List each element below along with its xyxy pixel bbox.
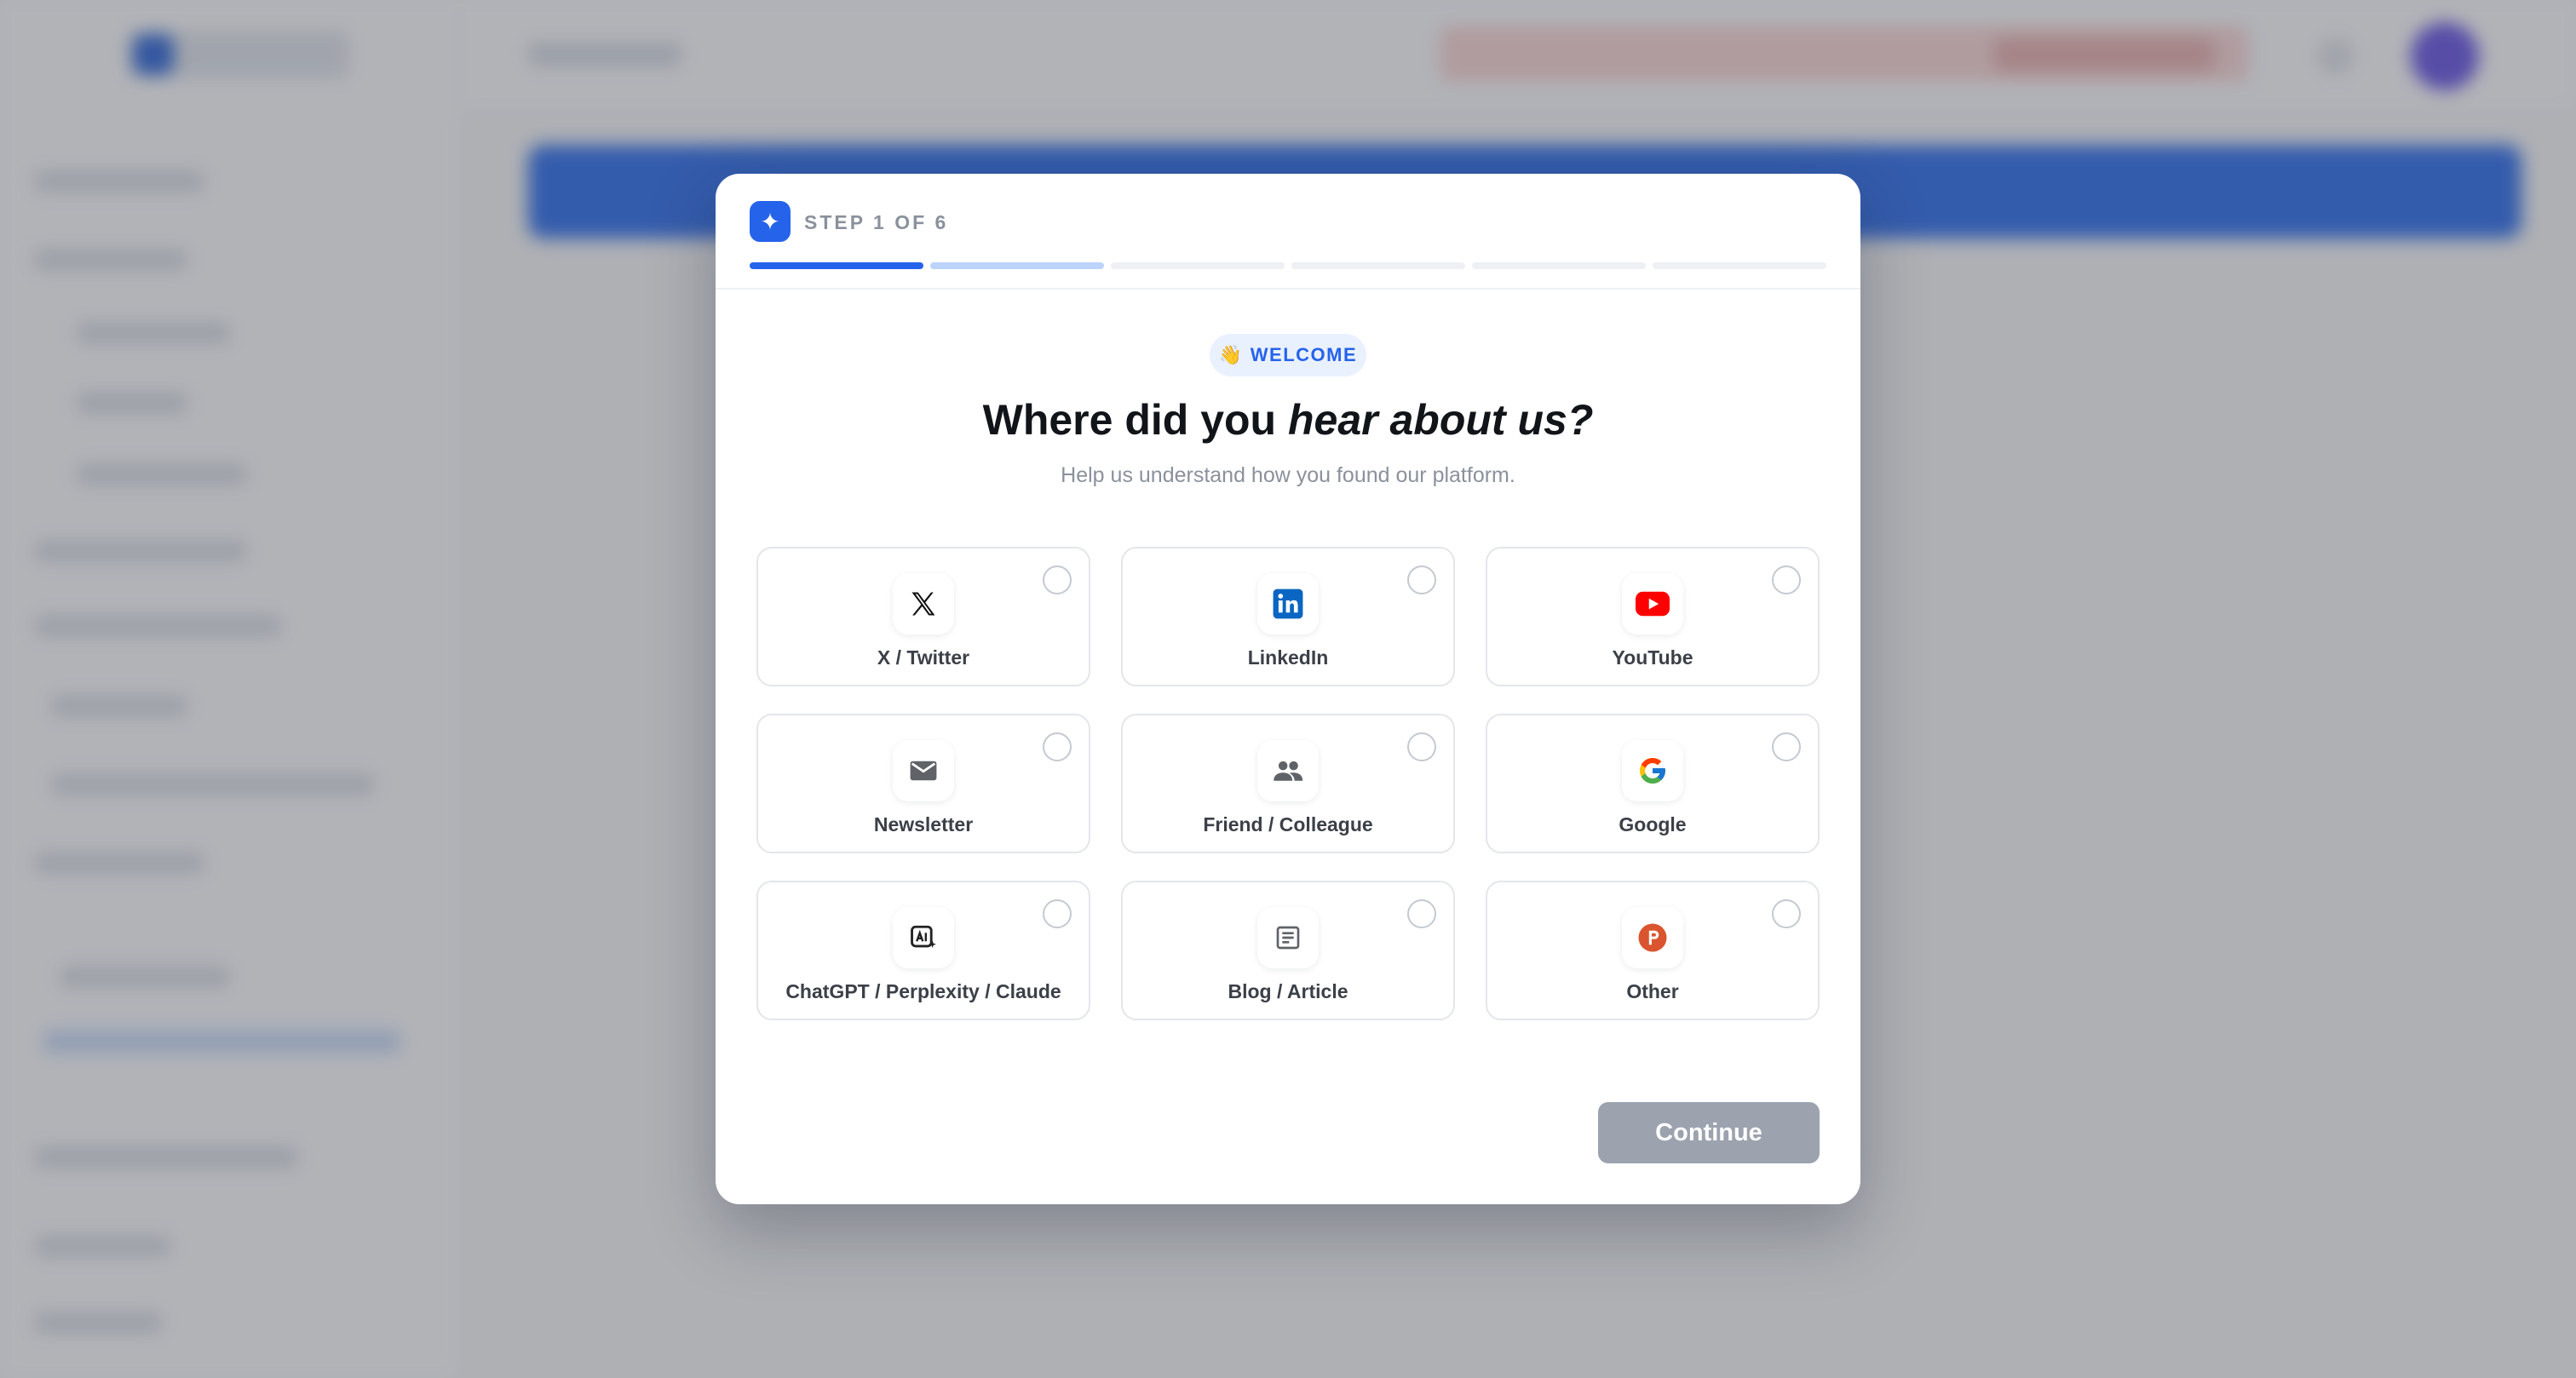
option-other[interactable]: Other (1486, 881, 1820, 1020)
option-newsletter[interactable]: Newsletter (756, 714, 1090, 853)
google-icon (1622, 739, 1683, 801)
option-radio[interactable] (1043, 732, 1072, 761)
product-hunt-icon (1622, 906, 1683, 968)
onboarding-modal: ✦ STEP 1 OF 6 👋 WELCOME Where did you he… (716, 174, 1860, 1204)
progress-segment (750, 262, 923, 269)
article-icon (1257, 906, 1319, 968)
option-label: ChatGPT / Perplexity / Claude (785, 979, 1061, 1002)
option-radio[interactable] (1407, 566, 1436, 594)
option-radio[interactable] (1407, 732, 1436, 761)
option-label: Friend / Colleague (1203, 812, 1373, 835)
option-radio[interactable] (1407, 899, 1436, 928)
option-google[interactable]: Google (1486, 714, 1820, 853)
title-text: Where did you (982, 396, 1288, 444)
option-radio[interactable] (1043, 899, 1072, 928)
progress-segment (1291, 262, 1465, 269)
modal-title: Where did you hear about us? (716, 395, 1860, 445)
waving-hand-icon: 👋 (1218, 344, 1244, 366)
source-options-grid: X / Twitter LinkedIn YouTube Newsletter (756, 547, 1820, 1020)
option-label: Blog / Article (1228, 979, 1348, 1002)
modal-subtitle: Help us understand how you found our pla… (1061, 463, 1515, 487)
option-radio[interactable] (1772, 732, 1801, 761)
option-ai-assistants[interactable]: ChatGPT / Perplexity / Claude (756, 881, 1090, 1020)
mail-icon (893, 739, 954, 801)
people-icon (1257, 739, 1319, 801)
option-label: LinkedIn (1247, 646, 1329, 669)
option-friend-colleague[interactable]: Friend / Colleague (1121, 714, 1455, 853)
option-label: Google (1619, 812, 1687, 835)
continue-button[interactable]: Continue (1598, 1102, 1820, 1163)
option-label: Other (1626, 979, 1679, 1002)
progress-segment (1653, 262, 1826, 269)
title-emphasis: hear about us? (1287, 396, 1594, 444)
option-youtube[interactable]: YouTube (1486, 547, 1820, 686)
option-label: X / Twitter (877, 646, 970, 669)
option-radio[interactable] (1043, 566, 1072, 594)
x-twitter-icon (893, 572, 954, 634)
progress-segment (1472, 262, 1646, 269)
step-label: STEP 1 OF 6 (804, 211, 949, 233)
step-progress-bar (750, 262, 1826, 269)
option-blog-article[interactable]: Blog / Article (1121, 881, 1455, 1020)
welcome-badge: 👋 WELCOME (1210, 334, 1366, 376)
option-radio[interactable] (1772, 566, 1801, 594)
option-x-twitter[interactable]: X / Twitter (756, 547, 1090, 686)
progress-segment (1111, 262, 1285, 269)
option-label: Newsletter (873, 812, 974, 835)
option-linkedin[interactable]: LinkedIn (1121, 547, 1455, 686)
progress-segment (930, 262, 1104, 269)
option-label: YouTube (1612, 646, 1693, 669)
linkedin-icon (1257, 572, 1319, 634)
youtube-icon (1622, 572, 1683, 634)
ai-chat-icon (893, 906, 954, 968)
option-radio[interactable] (1772, 899, 1801, 928)
sparkle-icon: ✦ (750, 201, 791, 242)
modal-header: ✦ STEP 1 OF 6 (716, 174, 1860, 290)
welcome-badge-text: WELCOME (1250, 344, 1358, 365)
